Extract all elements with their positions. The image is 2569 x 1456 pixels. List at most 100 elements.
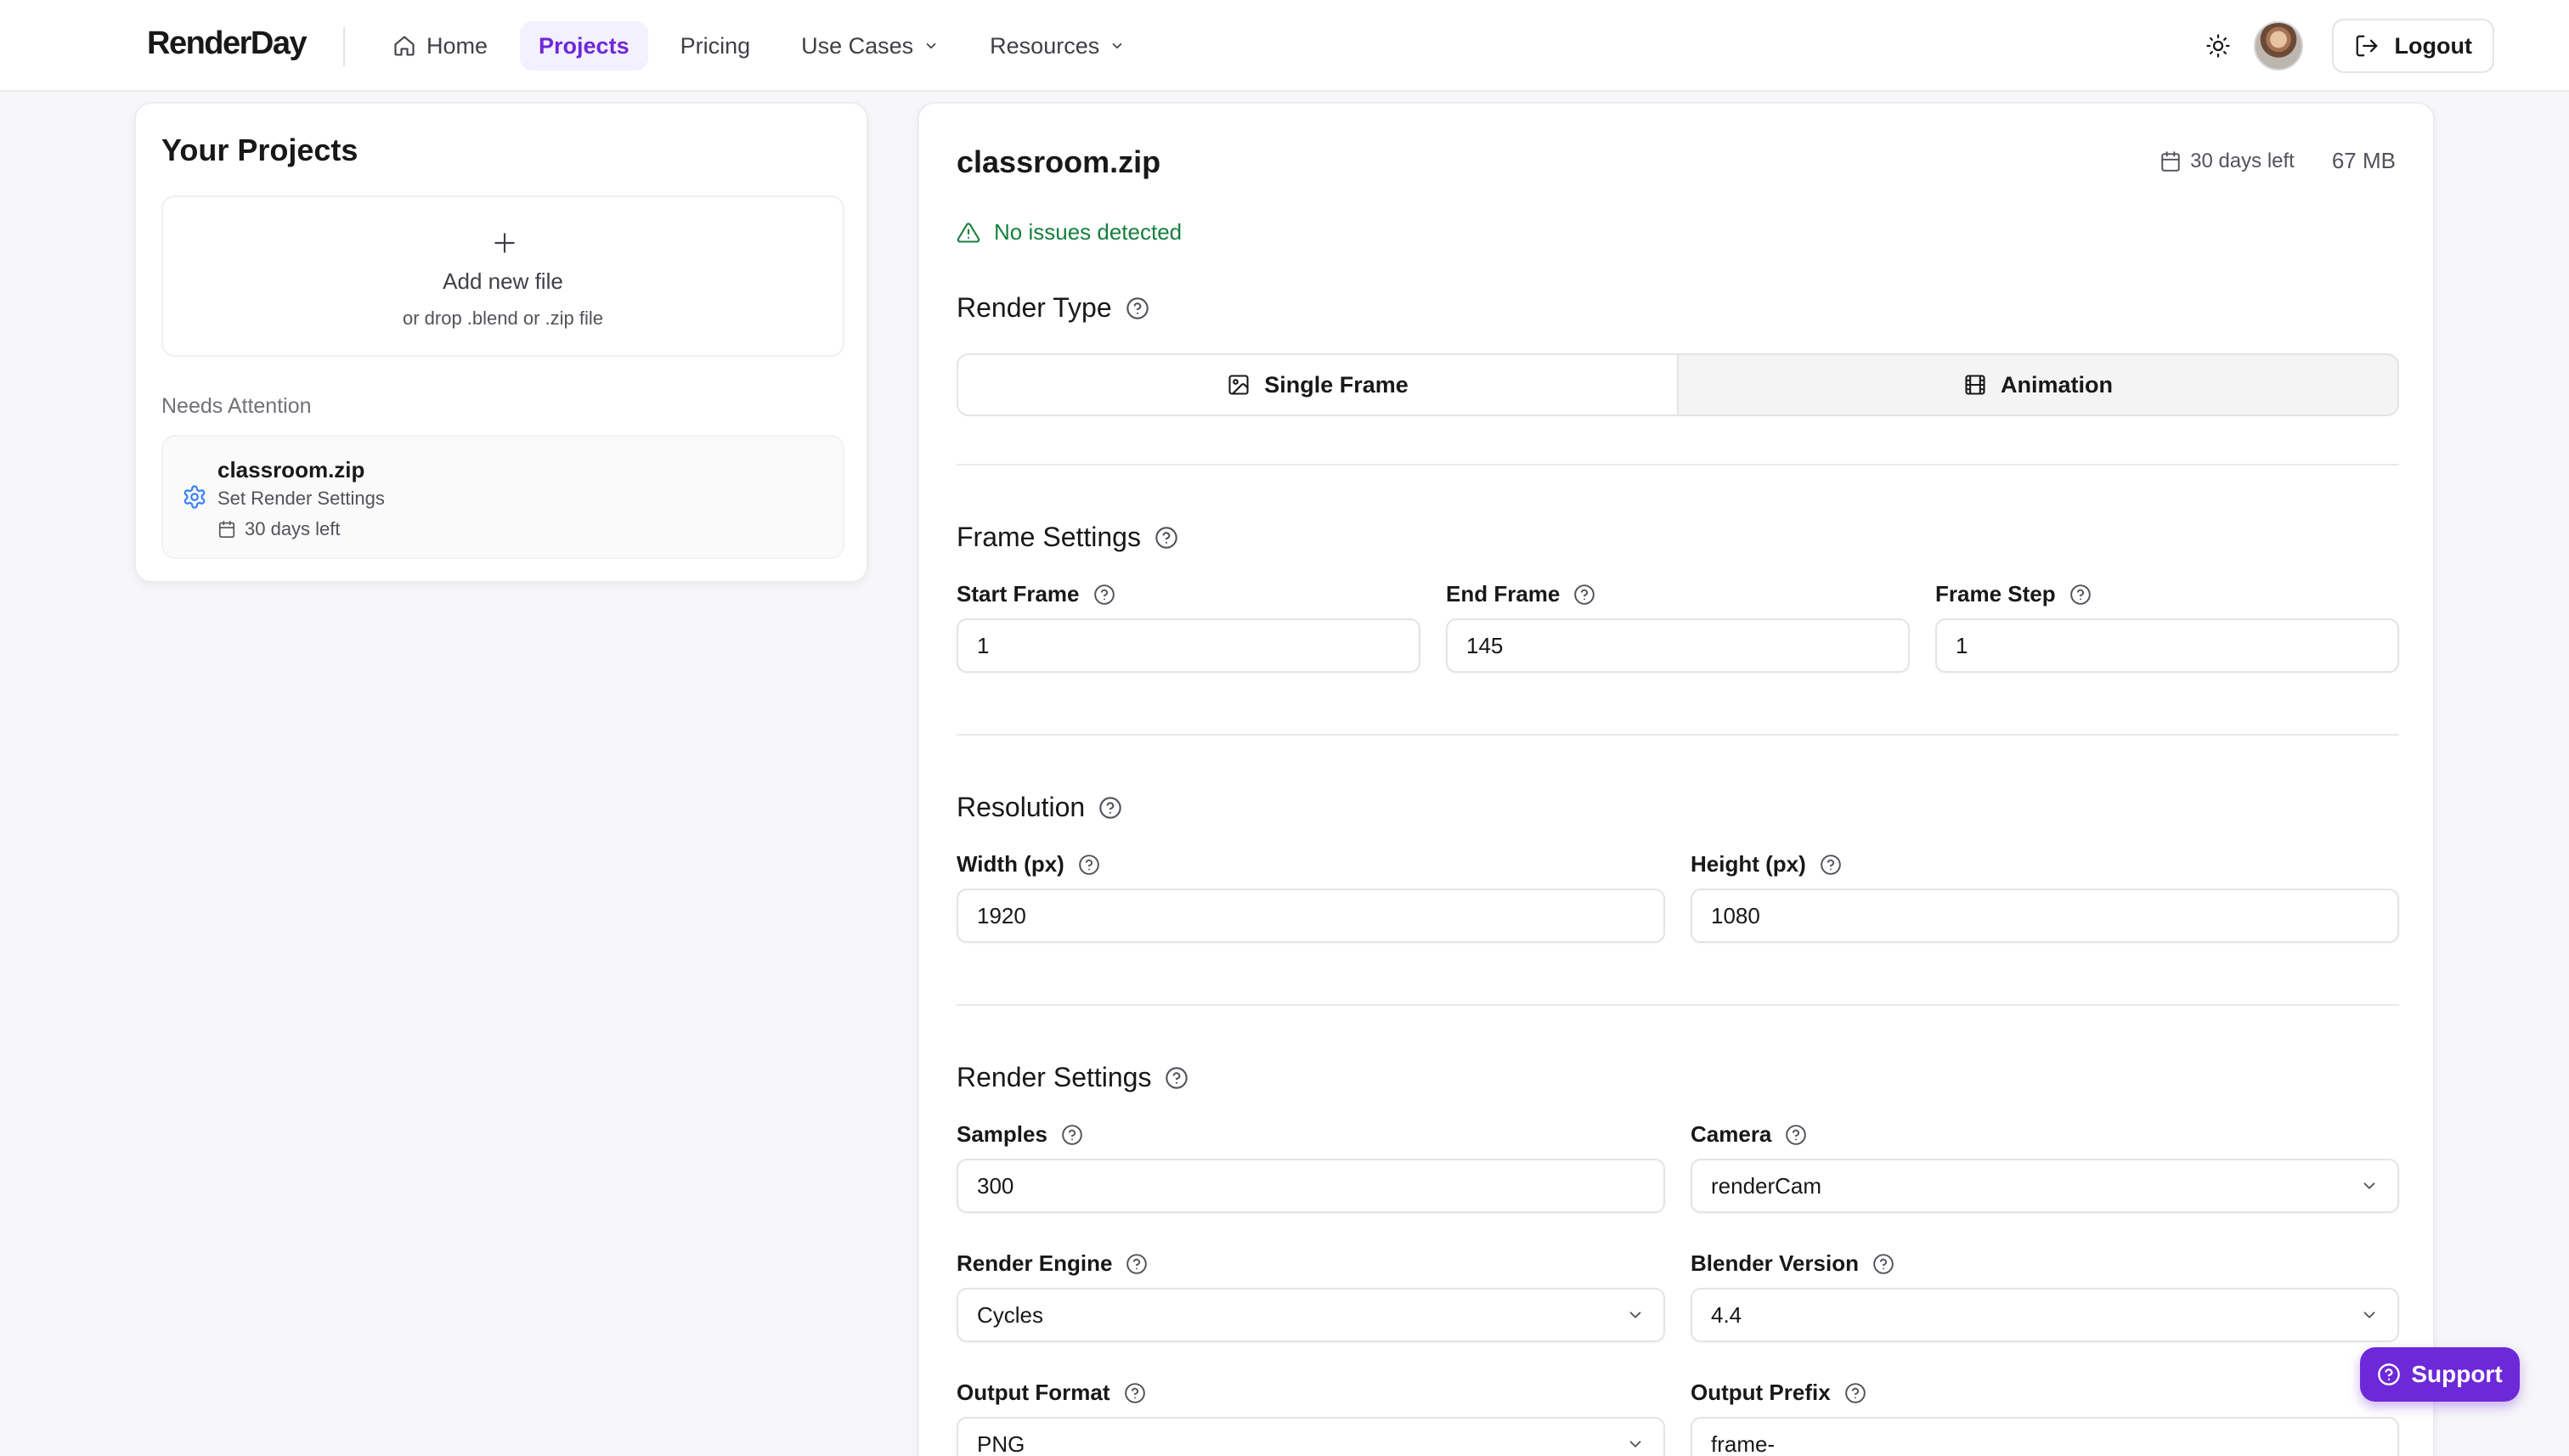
- render-engine-value: Cycles: [977, 1301, 1044, 1328]
- output-format-value: PNG: [977, 1431, 1025, 1456]
- home-icon: [394, 36, 415, 56]
- help-circle-icon[interactable]: [1098, 796, 1122, 820]
- theme-toggle-button[interactable]: [2194, 22, 2242, 70]
- height-input[interactable]: 1080: [1691, 889, 2399, 943]
- logout-button[interactable]: Logout: [2331, 19, 2494, 73]
- file-days-left-text: 30 days left: [2190, 149, 2295, 172]
- help-circle-icon[interactable]: [2069, 584, 2092, 606]
- blender-version-select[interactable]: 4.4: [1691, 1288, 2399, 1342]
- nav-pricing-label: Pricing: [680, 32, 751, 59]
- output-prefix-input[interactable]: frame-: [1691, 1417, 2399, 1456]
- start-frame-label: Start Frame: [957, 581, 1115, 607]
- project-status: Set Render Settings: [217, 488, 385, 509]
- render-type-toggle: Single Frame Animation: [957, 353, 2399, 416]
- nav-pricing[interactable]: Pricing: [662, 21, 770, 71]
- blender-version-label: Blender Version: [1691, 1250, 1894, 1277]
- render-engine-select[interactable]: Cycles: [957, 1288, 1665, 1342]
- warning-triangle-icon: [957, 222, 980, 243]
- width-label-text: Width (px): [957, 851, 1064, 877]
- calendar-icon: [218, 521, 235, 538]
- render-engine-label: Render Engine: [957, 1250, 1148, 1277]
- file-days-left: 30 days left: [2160, 150, 2295, 173]
- user-avatar[interactable]: [2253, 21, 2303, 71]
- end-frame-label-text: End Frame: [1446, 581, 1561, 607]
- render-type-title: Render Type: [957, 292, 1112, 323]
- frame-settings-title: Frame Settings: [957, 522, 1141, 552]
- file-meta: 30 days left 67 MB: [2160, 148, 2396, 174]
- start-frame-input[interactable]: 1: [957, 618, 1420, 673]
- main-nav: Home Projects Pricing Use Cases Resource…: [374, 20, 1157, 71]
- logout-icon: [2356, 35, 2377, 57]
- support-button[interactable]: Support: [2360, 1347, 2520, 1402]
- chevron-down-icon: [2363, 1312, 2375, 1318]
- image-icon: [1228, 375, 1249, 395]
- header-divider: [343, 27, 345, 66]
- resolution-title: Resolution: [957, 792, 1086, 822]
- section-divider: [957, 464, 2399, 466]
- nav-home-label: Home: [426, 32, 488, 59]
- calendar-icon: [2161, 150, 2180, 172]
- project-list-item[interactable]: classroom.zip Set Render Settings 30 day…: [161, 435, 844, 559]
- nav-resources-label: Resources: [990, 32, 1100, 59]
- help-circle-icon[interactable]: [1093, 584, 1115, 606]
- help-circle-icon[interactable]: [1061, 1124, 1083, 1146]
- chevron-down-icon: [2363, 1182, 2375, 1189]
- output-format-label-text: Output Format: [957, 1380, 1110, 1405]
- width-input[interactable]: 1920: [957, 889, 1665, 943]
- nav-use-cases[interactable]: Use Cases: [782, 21, 957, 71]
- help-circle-icon[interactable]: [1872, 1253, 1894, 1275]
- section-divider: [957, 1004, 2399, 1006]
- output-prefix-label-text: Output Prefix: [1691, 1380, 1831, 1405]
- help-circle-icon[interactable]: [1820, 854, 1842, 876]
- camera-select[interactable]: renderCam: [1691, 1159, 2399, 1213]
- logout-label: Logout: [2394, 32, 2472, 59]
- blender-version-label-text: Blender Version: [1691, 1250, 1859, 1276]
- render-type-heading: Render Type: [957, 292, 1149, 324]
- help-circle-icon[interactable]: [1844, 1382, 1866, 1404]
- top-navbar: RenderDay Home Projects Pricing Use Case…: [0, 0, 2569, 92]
- blender-version-value: 4.4: [1711, 1301, 1742, 1328]
- frame-step-label-text: Frame Step: [1935, 581, 2056, 607]
- camera-label-text: Camera: [1691, 1121, 1772, 1147]
- samples-label: Samples: [957, 1121, 1083, 1148]
- add-file-dropzone[interactable]: Add new file or drop .blend or .zip file: [161, 195, 844, 357]
- help-circle-icon[interactable]: [1165, 1066, 1189, 1090]
- frame-step-input[interactable]: 1: [1935, 618, 2399, 673]
- add-file-subtitle: or drop .blend or .zip file: [402, 308, 604, 329]
- output-format-label: Output Format: [957, 1380, 1146, 1406]
- samples-input[interactable]: 300: [957, 1159, 1665, 1213]
- project-days-left: 30 days left: [217, 518, 341, 540]
- nav-projects[interactable]: Projects: [520, 21, 648, 71]
- animation-option[interactable]: Animation: [1679, 355, 2397, 415]
- output-format-select[interactable]: PNG: [957, 1417, 1665, 1456]
- sun-icon: [2205, 34, 2230, 58]
- section-divider: [957, 734, 2399, 736]
- help-circle-icon[interactable]: [1126, 296, 1149, 320]
- frame-settings-heading: Frame Settings: [957, 522, 1178, 553]
- issues-status: No issues detected: [957, 219, 1182, 245]
- help-circle-icon[interactable]: [1785, 1124, 1807, 1146]
- frame-step-label: Frame Step: [1935, 581, 2092, 607]
- help-circle-icon: [2378, 1363, 2401, 1385]
- issues-status-text: No issues detected: [994, 219, 1183, 245]
- single-frame-option[interactable]: Single Frame: [958, 355, 1679, 415]
- height-label-text: Height (px): [1691, 851, 1806, 877]
- help-circle-icon[interactable]: [1124, 1382, 1146, 1404]
- help-circle-icon[interactable]: [1573, 584, 1595, 606]
- file-title: classroom.zip: [957, 144, 1161, 179]
- chevron-down-icon: [1112, 42, 1122, 49]
- chevron-down-icon: [1629, 1312, 1641, 1318]
- help-circle-icon[interactable]: [1155, 526, 1178, 550]
- help-circle-icon[interactable]: [1126, 1253, 1148, 1275]
- nav-home[interactable]: Home: [374, 21, 506, 71]
- project-days-left-text: 30 days left: [245, 518, 341, 539]
- end-frame-input[interactable]: 145: [1446, 618, 1910, 673]
- height-label: Height (px): [1691, 851, 1842, 878]
- nav-resources[interactable]: Resources: [971, 21, 1143, 71]
- render-settings-panel: classroom.zip 30 days left 67 MB No issu…: [918, 102, 2435, 1456]
- support-label: Support: [2411, 1361, 2503, 1387]
- help-circle-icon[interactable]: [1078, 854, 1100, 876]
- logo[interactable]: RenderDay: [147, 25, 308, 62]
- end-frame-label: End Frame: [1446, 581, 1595, 607]
- camera-value: renderCam: [1711, 1172, 1822, 1199]
